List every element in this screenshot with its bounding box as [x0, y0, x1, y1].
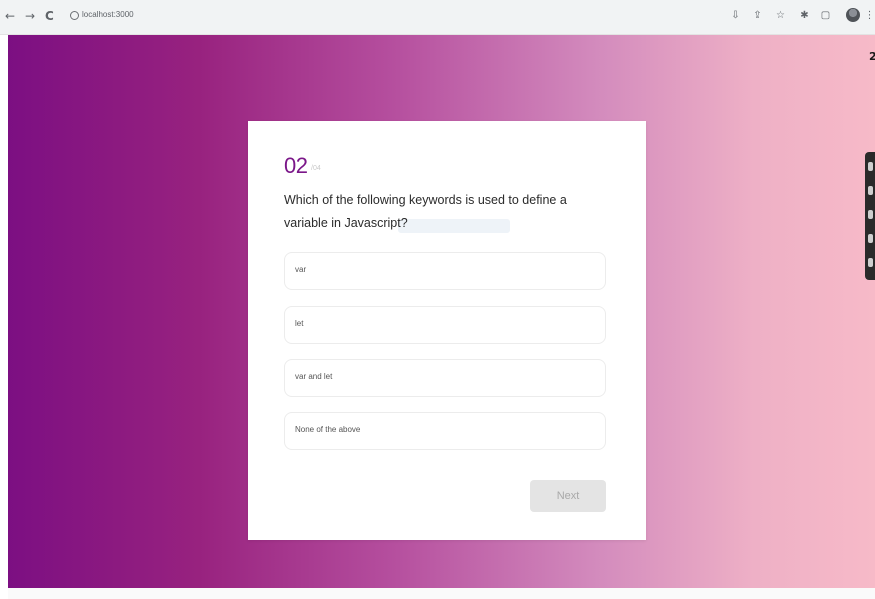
option-label: var and let [295, 372, 333, 381]
question-number: 02 [284, 153, 308, 178]
option-label: None of the above [295, 425, 361, 434]
download-icon[interactable]: ⇩ [730, 10, 741, 21]
quiz-card: 02 /04 Which of the following keywords i… [248, 121, 646, 540]
question-text: Which of the following keywords is used … [284, 193, 567, 230]
side-panel-icon[interactable] [868, 258, 873, 267]
floating-side-panel[interactable] [865, 152, 875, 280]
option-var[interactable]: var [284, 252, 606, 290]
side-panel-icon[interactable] [868, 186, 873, 195]
question-total: /04 [311, 165, 321, 172]
side-panel-icon[interactable] [868, 210, 873, 219]
reload-icon[interactable]: C [45, 9, 54, 23]
site-info-icon[interactable] [70, 11, 79, 20]
profile-avatar[interactable] [846, 8, 860, 22]
page-bottom-strip [8, 588, 875, 599]
star-icon[interactable]: ☆ [775, 10, 786, 21]
browser-toolbar: ← → C localhost:3000 ⇩ ⇪ ☆ ✱ ▢ ⋮ [0, 0, 875, 35]
side-panel-icon[interactable] [868, 162, 873, 171]
next-button[interactable]: Next [530, 480, 606, 512]
address-bar[interactable]: localhost:3000 [82, 10, 134, 19]
option-let[interactable]: let [284, 306, 606, 344]
corner-mark: 2 [869, 50, 875, 63]
share-icon[interactable]: ⇪ [752, 10, 763, 21]
menu-icon[interactable]: ⋮ [864, 10, 875, 21]
sidebar-icon[interactable]: ▢ [820, 10, 831, 21]
forward-icon[interactable]: → [25, 9, 35, 23]
back-icon[interactable]: ← [5, 9, 15, 23]
option-var-and-let[interactable]: var and let [284, 359, 606, 397]
option-label: var [295, 265, 307, 274]
option-label: let [295, 319, 304, 328]
extensions-icon[interactable]: ✱ [799, 10, 810, 21]
side-panel-icon[interactable] [868, 234, 873, 243]
option-none-of-the-above[interactable]: None of the above [284, 412, 606, 450]
